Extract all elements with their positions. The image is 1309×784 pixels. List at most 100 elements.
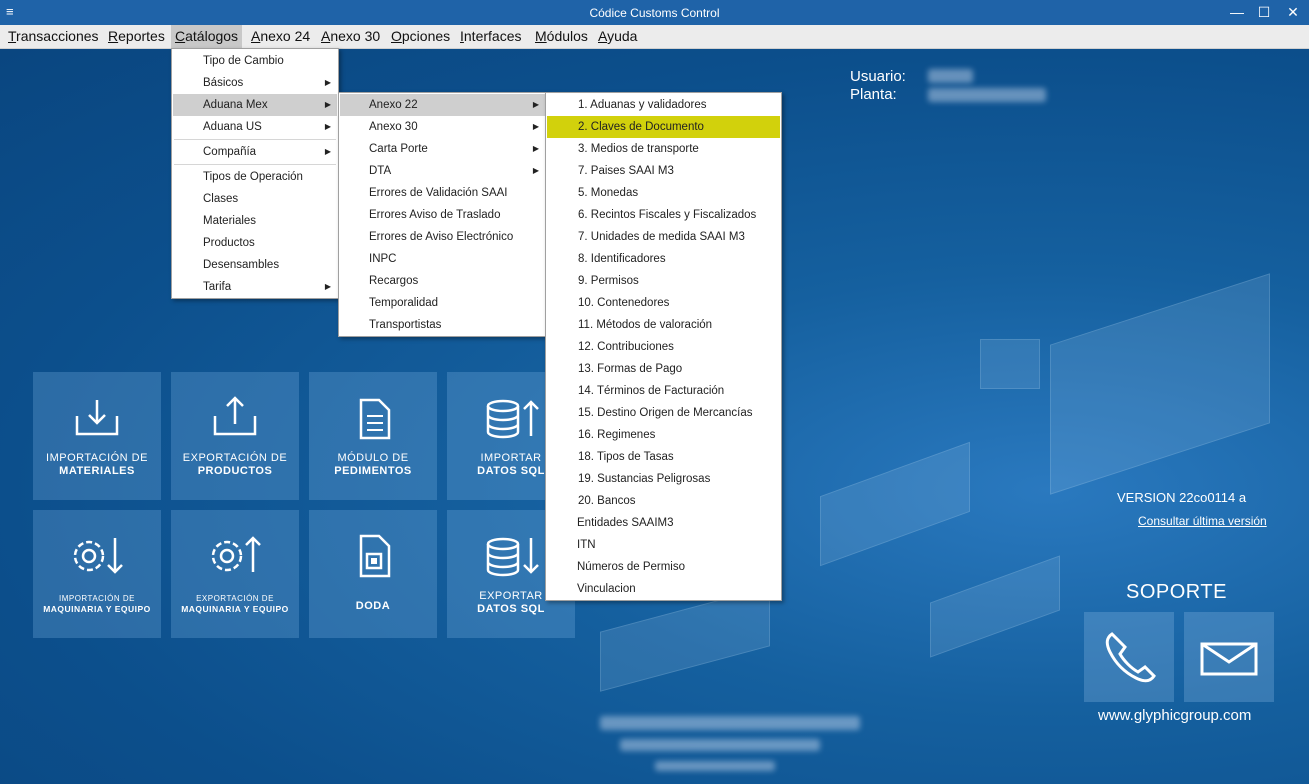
- menu-item-regimenes[interactable]: 16. Regimenes: [547, 424, 780, 446]
- tile-modulo-pedimentos[interactable]: MÓDULO DE PEDIMENTOS: [309, 372, 437, 500]
- menu-separator: [174, 139, 336, 140]
- menu-bar: Transacciones Reportes Catálogos Anexo 2…: [0, 25, 1309, 49]
- menu-item-carta-porte[interactable]: Carta Porte ▶: [340, 138, 545, 160]
- menu-item-unidades-medida[interactable]: 7. Unidades de medida SAAI M3: [547, 226, 780, 248]
- tile-label: DODA: [355, 600, 391, 612]
- consult-latest-version-link[interactable]: Consultar última versión: [1138, 514, 1267, 528]
- menu-anexo-24[interactable]: Anexo 24: [247, 25, 314, 48]
- menu-item-temporalidad[interactable]: Temporalidad: [340, 292, 545, 314]
- menu-item-contenedores[interactable]: 10. Contenedores: [547, 292, 780, 314]
- menu-item-identificadores[interactable]: 8. Identificadores: [547, 248, 780, 270]
- envelope-icon: [1200, 642, 1258, 676]
- menu-item-numeros-permiso[interactable]: Números de Permiso: [547, 556, 780, 578]
- menu-item-basicos[interactable]: Básicos ▶: [173, 72, 337, 94]
- document-icon: [359, 398, 391, 440]
- menu-item-terminos-facturacion[interactable]: 14. Términos de Facturación: [547, 380, 780, 402]
- menu-item-tipo-de-cambio[interactable]: Tipo de Cambio: [173, 50, 337, 72]
- user-value-redacted: [928, 69, 973, 83]
- menu-item-itn[interactable]: ITN: [547, 534, 780, 556]
- tile-exportacion-maquinaria[interactable]: EXPORTACIÓN DE MAQUINARIA Y EQUIPO: [171, 510, 299, 638]
- submenu-arrow-icon: ▶: [532, 166, 539, 175]
- menu-item-recargos[interactable]: Recargos: [340, 270, 545, 292]
- menu-item-formas-pago[interactable]: 13. Formas de Pago: [547, 358, 780, 380]
- menu-reportes[interactable]: Reportes: [104, 25, 169, 48]
- menu-item-tipos-de-operacion[interactable]: Tipos de Operación: [173, 166, 337, 188]
- menu-transacciones[interactable]: Transacciones: [4, 25, 103, 48]
- menu-catalogos[interactable]: Catálogos: [171, 25, 243, 48]
- menu-item-aduana-us[interactable]: Aduana US ▶: [173, 116, 337, 138]
- submenu-arrow-icon: ▶: [324, 147, 331, 156]
- phone-support-button[interactable]: [1084, 612, 1174, 702]
- menu-item-medios-transporte[interactable]: 3. Medios de transporte: [547, 138, 780, 160]
- menu-anexo-30[interactable]: Anexo 30: [317, 25, 384, 48]
- menu-item-dta[interactable]: DTA ▶: [340, 160, 545, 182]
- menu-item-permisos[interactable]: 9. Permisos: [547, 270, 780, 292]
- title-bar: ≡ Códice Customs Control — ☐ ✕: [0, 0, 1309, 25]
- menu-item-productos[interactable]: Productos: [173, 232, 337, 254]
- submenu-arrow-icon: ▶: [324, 100, 331, 109]
- support-title: SOPORTE: [1126, 581, 1227, 603]
- menu-item-bancos[interactable]: 20. Bancos: [547, 490, 780, 512]
- minimize-button[interactable]: —: [1222, 0, 1252, 25]
- tile-exportacion-productos[interactable]: EXPORTACIÓN DE PRODUCTOS: [171, 372, 299, 500]
- download-tray-icon: [75, 400, 119, 436]
- tile-label: IMPORTACIÓN DE MAQUINARIA Y EQUIPO: [43, 594, 151, 614]
- blurred-footer-text: [600, 716, 860, 730]
- menu-item-monedas[interactable]: 5. Monedas: [547, 182, 780, 204]
- menu-modulos[interactable]: Módulos: [531, 25, 592, 48]
- shelves-illustration: [600, 586, 770, 692]
- menu-item-tipos-tasas[interactable]: 18. Tipos de Tasas: [547, 446, 780, 468]
- tile-label: IMPORTACIÓN DE MATERIALES: [46, 452, 148, 477]
- user-info: Usuario: Planta:: [850, 68, 906, 104]
- menu-item-anexo-30[interactable]: Anexo 30 ▶: [340, 116, 545, 138]
- website-link[interactable]: www.glyphicgroup.com: [1098, 707, 1251, 724]
- upload-tray-icon: [213, 396, 257, 436]
- tile-doda[interactable]: DODA: [309, 510, 437, 638]
- menu-item-sustancias-peligrosas[interactable]: 19. Sustancias Peligrosas: [547, 468, 780, 490]
- menu-item-aduanas-validadores[interactable]: 1. Aduanas y validadores: [547, 94, 780, 116]
- anexo-22-submenu: 1. Aduanas y validadores 2. Claves de Do…: [545, 92, 782, 601]
- menu-item-recintos-fiscales[interactable]: 6. Recintos Fiscales y Fiscalizados: [547, 204, 780, 226]
- truck-illustration: [820, 441, 970, 567]
- blurred-footer-text: [620, 739, 820, 751]
- tile-label: EXPORTACIÓN DE PRODUCTOS: [182, 452, 288, 477]
- tile-importacion-materiales[interactable]: IMPORTACIÓN DE MATERIALES: [33, 372, 161, 500]
- menu-item-claves-documento[interactable]: 2. Claves de Documento: [547, 116, 780, 138]
- submenu-arrow-icon: ▶: [532, 100, 539, 109]
- menu-item-errores-validacion-saai[interactable]: Errores de Validación SAAI: [340, 182, 545, 204]
- menu-item-paises-saai[interactable]: 7. Paises SAAI M3: [547, 160, 780, 182]
- menu-interfaces[interactable]: Interfaces: [456, 25, 525, 48]
- menu-item-tarifa[interactable]: Tarifa ▶: [173, 276, 337, 298]
- user-label: Usuario:: [850, 68, 906, 85]
- plant-label: Planta:: [850, 86, 897, 103]
- menu-opciones[interactable]: Opciones: [387, 25, 454, 48]
- truck-illustration: [930, 555, 1060, 658]
- menu-item-metodos-valoracion[interactable]: 11. Métodos de valoración: [547, 314, 780, 336]
- menu-separator: [174, 164, 336, 165]
- menu-item-transportistas[interactable]: Transportistas: [340, 314, 545, 336]
- version-text: VERSION 22co0114 a: [1117, 490, 1247, 505]
- menu-item-destino-origen[interactable]: 15. Destino Origen de Mercancías: [547, 402, 780, 424]
- doda-file-icon: [359, 534, 391, 578]
- menu-item-entidades-saaim3[interactable]: Entidades SAAIM3: [547, 512, 780, 534]
- menu-item-compania[interactable]: Compañía ▶: [173, 141, 337, 163]
- menu-item-desensambles[interactable]: Desensambles: [173, 254, 337, 276]
- tile-importacion-maquinaria[interactable]: IMPORTACIÓN DE MAQUINARIA Y EQUIPO: [33, 510, 161, 638]
- submenu-arrow-icon: ▶: [324, 78, 331, 87]
- menu-item-anexo-22[interactable]: Anexo 22 ▶: [340, 94, 545, 116]
- menu-item-inpc[interactable]: INPC: [340, 248, 545, 270]
- email-support-button[interactable]: [1184, 612, 1274, 702]
- menu-item-contribuciones[interactable]: 12. Contribuciones: [547, 336, 780, 358]
- menu-item-vinculacion[interactable]: Vinculacion: [547, 578, 780, 600]
- menu-item-clases[interactable]: Clases: [173, 188, 337, 210]
- maximize-button[interactable]: ☐: [1249, 0, 1279, 25]
- menu-item-aduana-mex[interactable]: Aduana Mex ▶: [173, 94, 337, 116]
- gear-down-icon: [73, 538, 123, 574]
- submenu-arrow-icon: ▶: [324, 122, 331, 131]
- close-button[interactable]: ✕: [1278, 0, 1308, 25]
- menu-item-errores-aviso-traslado[interactable]: Errores Aviso de Traslado: [340, 204, 545, 226]
- menu-item-materiales[interactable]: Materiales: [173, 210, 337, 232]
- menu-item-errores-aviso-electronico[interactable]: Errores de Aviso Electrónico: [340, 226, 545, 248]
- menu-ayuda[interactable]: Ayuda: [594, 25, 641, 48]
- forklift-illustration: [980, 339, 1040, 389]
